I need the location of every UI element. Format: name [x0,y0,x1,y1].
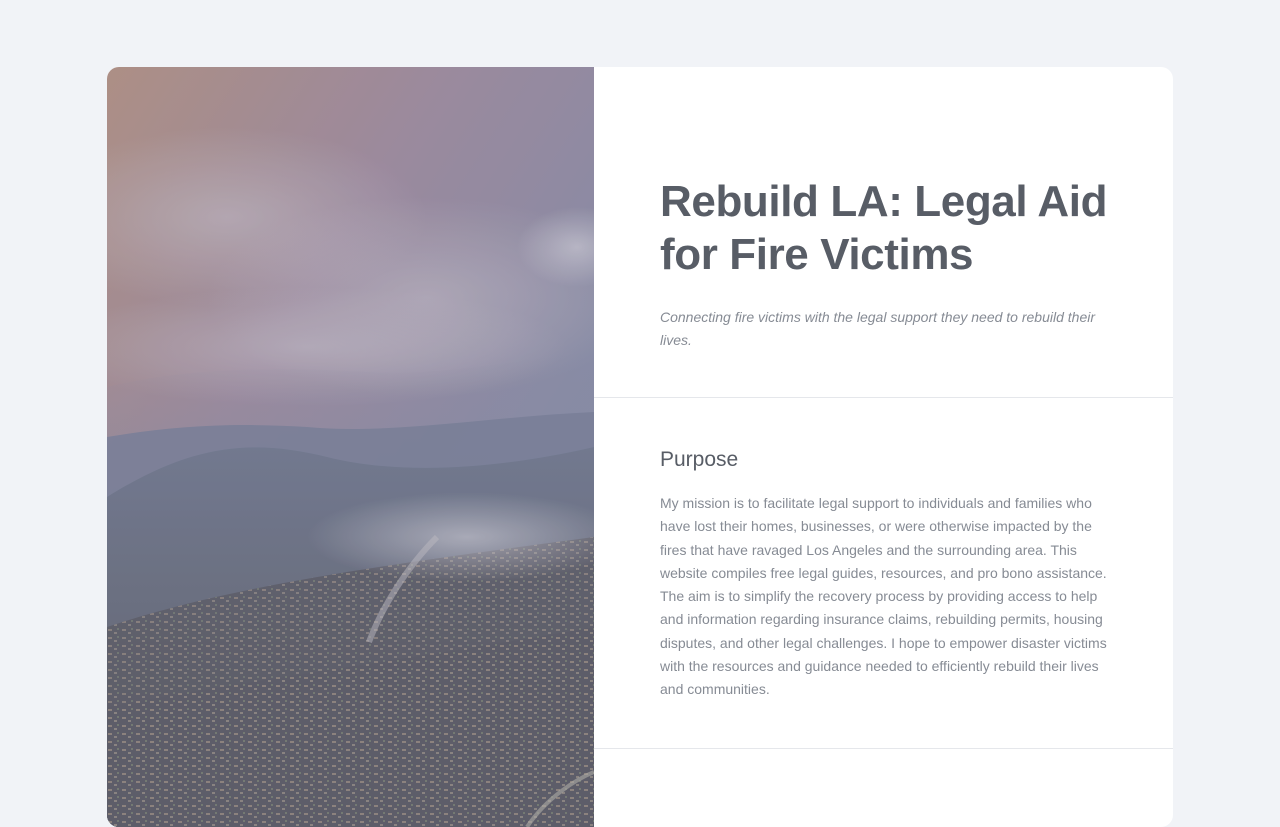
hero-photo-illustration [107,67,594,827]
main-card: Rebuild LA: Legal Aid for Fire Victims C… [107,67,1173,827]
purpose-section: Purpose My mission is to facilitate lega… [594,398,1173,749]
page-subtitle: Connecting fire victims with the legal s… [660,309,1096,348]
page-title: Rebuild LA: Legal Aid for Fire Victims [660,177,1108,279]
content-panel: Rebuild LA: Legal Aid for Fire Victims C… [594,67,1173,827]
purpose-heading: Purpose [660,448,739,471]
purpose-body: My mission is to facilitate legal suppor… [660,495,1107,698]
fire-smoke-landscape-image [107,67,594,827]
intro-section: Rebuild LA: Legal Aid for Fire Victims C… [594,67,1173,398]
